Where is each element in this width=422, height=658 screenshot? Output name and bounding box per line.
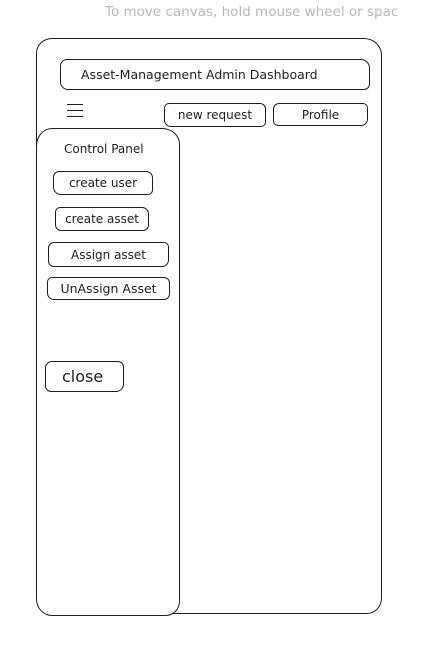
- unassign-asset-button[interactable]: UnAssign Asset: [47, 277, 170, 300]
- dashboard-title: Asset-Management Admin Dashboard: [60, 59, 370, 90]
- close-panel-button[interactable]: close: [45, 361, 124, 392]
- create-asset-button[interactable]: create asset: [55, 207, 149, 231]
- assign-asset-button[interactable]: Assign asset: [48, 242, 169, 267]
- create-user-button[interactable]: create user: [53, 171, 153, 195]
- canvas-hint-text: To move canvas, hold mouse wheel or spac: [105, 4, 399, 20]
- control-panel-title: Control Panel: [64, 142, 144, 156]
- hamburger-icon[interactable]: [67, 104, 83, 118]
- profile-button[interactable]: Profile: [273, 103, 368, 126]
- new-request-button[interactable]: new request: [164, 103, 266, 127]
